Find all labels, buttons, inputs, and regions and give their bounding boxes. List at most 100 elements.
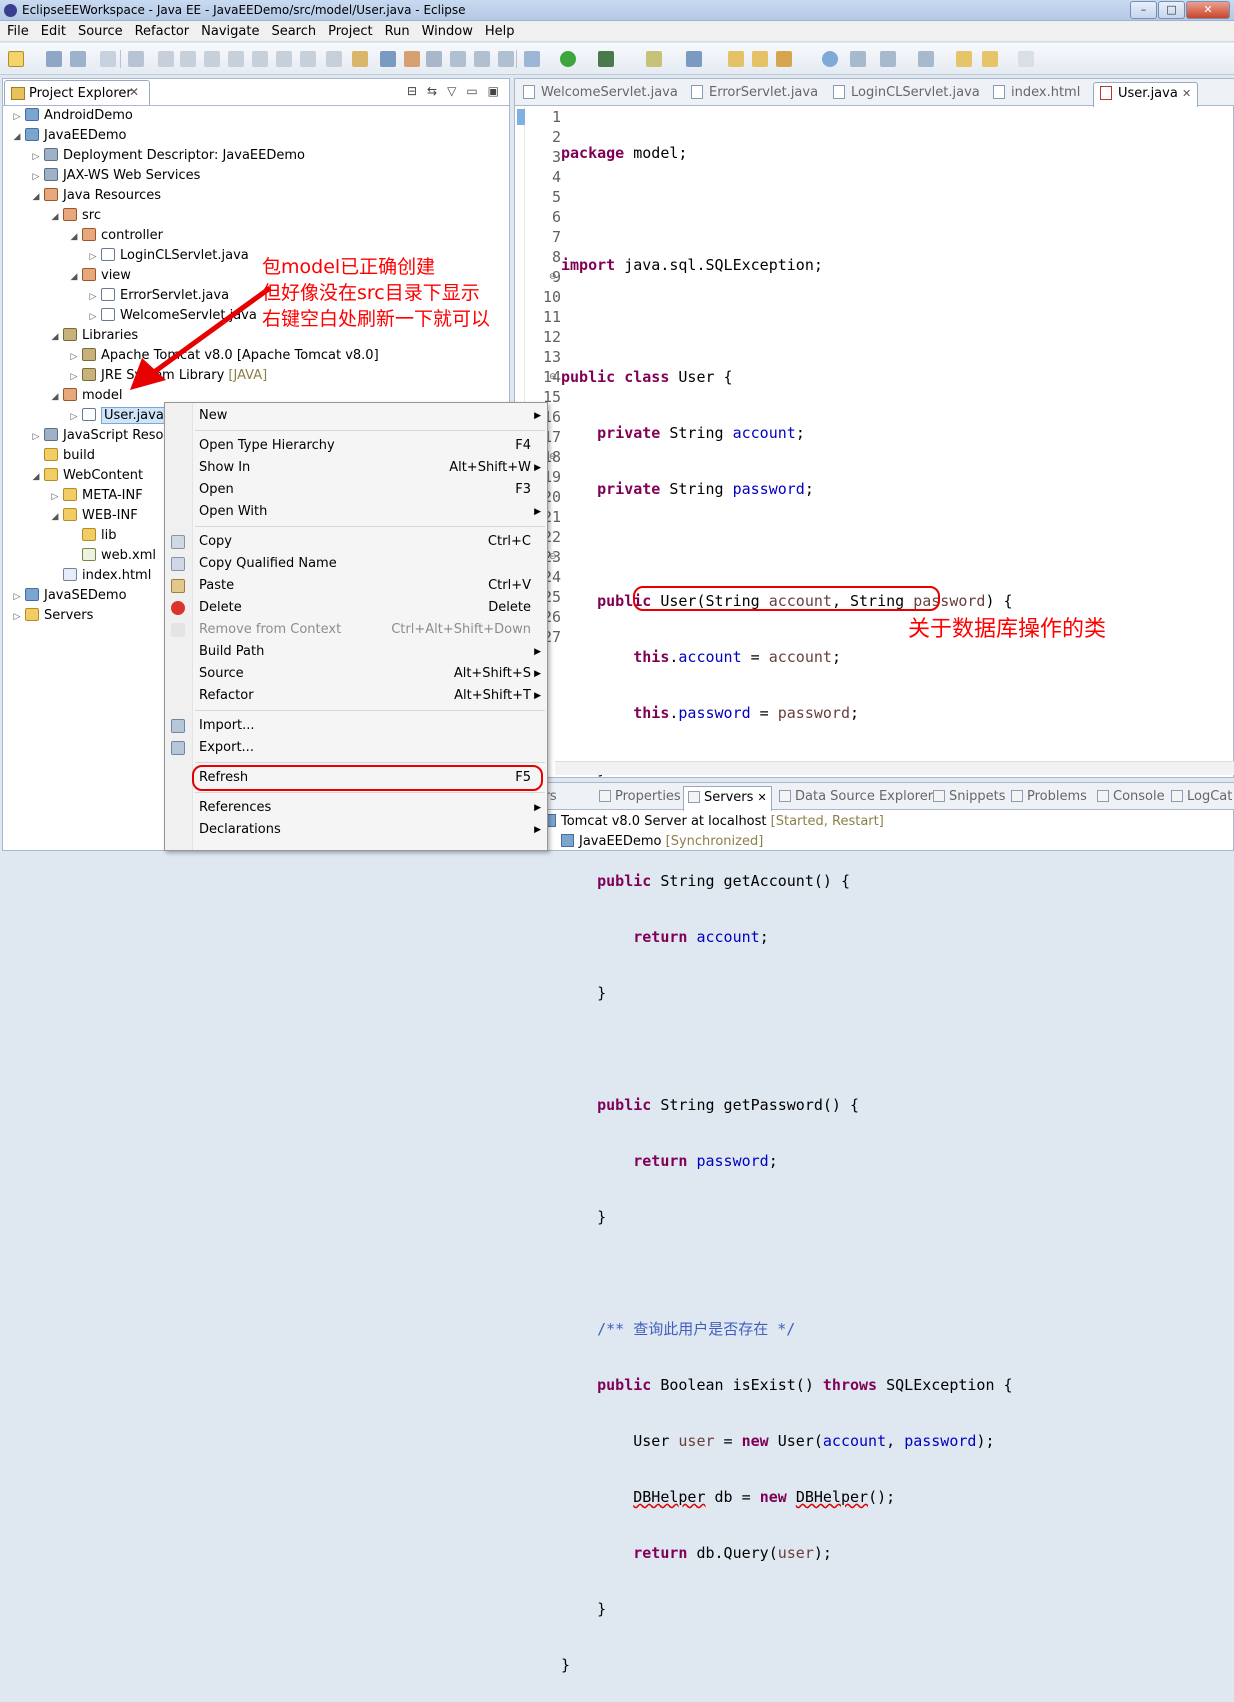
tab-welcomeservlet[interactable]: WelcomeServlet.java [523, 83, 678, 105]
skip-breakpoints-icon[interactable] [128, 51, 144, 67]
tab-logcat[interactable]: LogCat [1171, 789, 1232, 804]
close-icon[interactable]: ✕ [1182, 87, 1191, 100]
annotations-icon[interactable] [850, 51, 866, 67]
tree-node[interactable]: ◢ Java Resources [30, 186, 161, 206]
run-icon[interactable] [560, 51, 576, 67]
tree-node[interactable]: ◢ src [49, 206, 101, 226]
tree-node-selected[interactable]: ▷ User.java [68, 406, 167, 426]
close-button[interactable]: ✕ [1186, 1, 1230, 19]
menu-navigate[interactable]: Navigate [196, 24, 266, 39]
forward-icon[interactable] [1018, 51, 1034, 67]
stop-server-icon[interactable] [474, 51, 490, 67]
terminate-icon[interactable] [204, 51, 220, 67]
maximize-button[interactable]: □ [1158, 1, 1185, 19]
back-icon[interactable] [982, 51, 998, 67]
fold-icon[interactable]: ⊖ [549, 272, 557, 282]
view-menu-icon[interactable]: ▽ [447, 84, 456, 98]
menu-item-delete[interactable]: Delete Delete [171, 597, 545, 619]
menu-source[interactable]: Source [73, 24, 130, 39]
tree-node[interactable]: index.html [49, 566, 151, 586]
menu-edit[interactable]: Edit [36, 24, 73, 39]
collapse-all-icon[interactable]: ⊟ [407, 84, 417, 98]
server-icon[interactable] [426, 51, 442, 67]
print-icon[interactable] [100, 51, 116, 67]
menu-item-export[interactable]: Export... [171, 737, 545, 759]
menu-help[interactable]: Help [480, 24, 522, 39]
fold-icon[interactable]: ⊖ [549, 452, 557, 462]
new-java-project-icon[interactable] [646, 51, 662, 67]
tab-snippets[interactable]: Snippets [933, 789, 1005, 804]
link-editor-icon[interactable]: ⇆ [427, 84, 437, 98]
server-row[interactable]: Tomcat v8.0 Server at localhost [Started… [543, 814, 884, 829]
fold-icon[interactable]: ⊖ [549, 372, 557, 382]
tab-data-source-explorer[interactable]: Data Source Explorer [779, 789, 933, 804]
menu-refactor[interactable]: Refactor [130, 24, 197, 39]
menu-item-copy-qualified-name[interactable]: Copy Qualified Name [171, 553, 545, 575]
tab-console[interactable]: Console [1097, 789, 1165, 804]
minimize-button[interactable]: – [1130, 1, 1157, 19]
web-browser-icon[interactable] [822, 51, 838, 67]
tab-loginclservlet[interactable]: LoginCLServlet.java [833, 83, 980, 105]
close-icon[interactable]: ✕ [129, 85, 139, 99]
external-tools-icon[interactable] [404, 51, 420, 67]
menu-item-copy[interactable]: Copy Ctrl+C [171, 531, 545, 553]
tab-index-html[interactable]: index.html [993, 83, 1080, 105]
fold-icon[interactable]: ⊖ [549, 552, 557, 562]
menu-item-open[interactable]: Open F3 [199, 479, 545, 501]
next-annotation-icon[interactable] [880, 51, 896, 67]
save-all-icon[interactable] [70, 51, 86, 67]
tree-node[interactable]: ◢ model [49, 386, 122, 406]
prev-annotation-icon[interactable] [918, 51, 934, 67]
tree-node[interactable]: ▷ Deployment Descriptor: JavaEEDemo [30, 146, 305, 166]
tree-node[interactable]: ◢ WEB-INF [49, 506, 138, 526]
open-task-icon[interactable] [752, 51, 768, 67]
run-external-icon[interactable] [598, 51, 614, 67]
open-console-icon[interactable] [380, 51, 396, 67]
disconnect-icon[interactable] [228, 51, 244, 67]
minimize-view-icon[interactable]: ▭ [466, 84, 477, 98]
close-icon[interactable]: ✕ [758, 791, 767, 804]
menu-item-refactor[interactable]: Refactor Alt+Shift+T ▶ [199, 685, 545, 707]
tree-node[interactable]: ▷ LoginCLServlet.java [87, 246, 249, 266]
tab-user-java[interactable]: User.java ✕ [1093, 82, 1199, 107]
tree-node[interactable]: build [30, 446, 95, 466]
menu-item-new[interactable]: New ▶ [199, 405, 545, 427]
last-edit-icon[interactable] [956, 51, 972, 67]
step-into-icon[interactable] [252, 51, 268, 67]
new-class-icon[interactable] [686, 51, 702, 67]
tab-servers[interactable]: Servers ✕ [683, 786, 772, 811]
code-area[interactable]: package model; import java.sql.SQLExcept… [561, 107, 1221, 1702]
publish-icon[interactable] [450, 51, 466, 67]
menu-item-open-type-hierarchy[interactable]: Open Type Hierarchy F4 [199, 435, 545, 457]
step-return-icon[interactable] [300, 51, 316, 67]
tab-properties[interactable]: Properties [599, 789, 681, 804]
tree-node[interactable]: ◢ controller [68, 226, 163, 246]
drop-to-frame-icon[interactable] [326, 51, 342, 67]
tree-node[interactable]: ▷ JavaSEDemo [11, 586, 127, 606]
new-icon[interactable] [8, 51, 24, 67]
tree-node[interactable]: ▷ Servers [11, 606, 93, 626]
maximize-view-icon[interactable]: ▣ [488, 84, 499, 98]
tree-node[interactable]: lib [68, 526, 116, 546]
server-module-row[interactable]: JavaEEDemo [Synchronized] [561, 834, 763, 849]
tab-problems[interactable]: Problems [1011, 789, 1087, 804]
save-icon[interactable] [46, 51, 62, 67]
menu-project[interactable]: Project [323, 24, 379, 39]
menu-item-paste[interactable]: Paste Ctrl+V [171, 575, 545, 597]
tree-node[interactable]: ▷ AndroidDemo [11, 106, 133, 126]
use-step-filters-icon[interactable] [352, 51, 368, 67]
editor-horizontal-scrollbar[interactable] [555, 761, 1234, 775]
step-over-icon[interactable] [276, 51, 292, 67]
menu-search[interactable]: Search [266, 24, 323, 39]
suspend-icon[interactable] [180, 51, 196, 67]
tab-errorservlet[interactable]: ErrorServlet.java [691, 83, 818, 105]
tree-node[interactable]: ▷ META-INF [49, 486, 143, 506]
menu-item-build-path[interactable]: Build Path ▶ [199, 641, 545, 663]
resume-icon[interactable] [158, 51, 174, 67]
project-explorer-tab[interactable]: Project Explorer ✕ [4, 80, 150, 106]
menu-item-show-in[interactable]: Show In Alt+Shift+W ▶ [199, 457, 545, 479]
tree-node[interactable]: ▷ JAX-WS Web Services [30, 166, 200, 186]
menu-item-source[interactable]: Source Alt+Shift+S ▶ [199, 663, 545, 685]
tree-node[interactable]: ◢ JavaEEDemo [11, 126, 127, 146]
open-type-icon[interactable] [728, 51, 744, 67]
